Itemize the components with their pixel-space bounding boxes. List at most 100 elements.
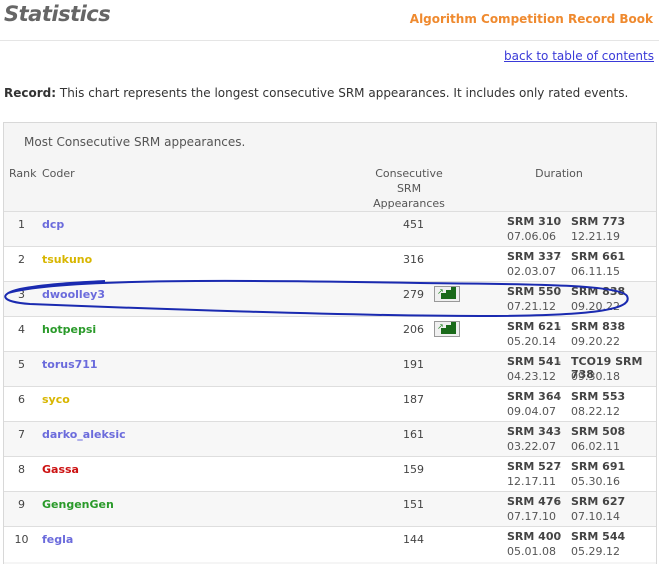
end-date: 06.02.11 (571, 440, 620, 453)
end-srm: SRM 544 (571, 530, 626, 543)
start-date: 03.22.07 (507, 440, 556, 453)
appearances-cell: 191 (403, 358, 424, 371)
rank-cell: 3 (18, 288, 25, 301)
header-rank: Rank (9, 167, 37, 180)
record-text: This chart represents the longest consec… (56, 86, 629, 100)
start-date: 09.04.07 (507, 405, 556, 418)
appearances-cell: 451 (403, 218, 424, 231)
record-description: Record: This chart represents the longes… (4, 86, 628, 100)
start-date: 12.17.11 (507, 475, 556, 488)
start-date: 05.20.14 (507, 335, 556, 348)
header-appearances: Consecutive SRM Appearances (354, 166, 464, 211)
end-srm: SRM 838 (571, 285, 626, 298)
start-date: 07.17.10 (507, 510, 556, 523)
divider (0, 40, 659, 41)
duration-dash: - (557, 495, 561, 508)
start-srm: SRM 550 (507, 285, 562, 298)
coder-link[interactable]: fegla (42, 533, 73, 546)
header-duration: Duration (535, 167, 583, 180)
duration-dash: - (557, 215, 561, 228)
coder-link[interactable]: torus711 (42, 358, 98, 371)
table-row: 8 Gassa 159 SRM 527 12.17.11- SRM 691 05.30.16 (4, 456, 656, 492)
start-srm: SRM 527 (507, 460, 562, 473)
coder-link[interactable]: dwoolley3 (42, 288, 105, 301)
end-srm: SRM 838 (571, 320, 626, 333)
start-srm: SRM 337 (507, 250, 562, 263)
end-date: 05.30.16 (571, 475, 620, 488)
end-srm: SRM 773 (571, 215, 626, 228)
start-date: 07.06.06 (507, 230, 556, 243)
table-row: 7 darko_aleksic 161 SRM 343 03.22.07- SRM 508… (4, 421, 656, 457)
duration-dash: - (557, 425, 561, 438)
end-date: 09.20.22 (571, 300, 620, 313)
table-row: 10 fegla 144 SRM 400 05.01.08- SRM 544 05.29.1… (4, 526, 656, 562)
start-srm: SRM 364 (507, 390, 562, 403)
coder-link[interactable]: tsukuno (42, 253, 92, 266)
table-row: 5 torus711 191 SRM 541 04.23.12- TCO19 SRM 73… (4, 351, 656, 387)
header-coder: Coder (42, 167, 75, 180)
record-label: Record: (4, 86, 57, 100)
duration-dash: - (557, 285, 561, 298)
duration-dash: - (557, 250, 561, 263)
end-srm: SRM 627 (571, 495, 626, 508)
header-appearances-line2: SRM (396, 182, 422, 195)
book-title: Algorithm Competition Record Book (409, 12, 653, 26)
end-srm: SRM 661 (571, 250, 626, 263)
start-date: 02.03.07 (507, 265, 556, 278)
start-date: 07.21.12 (507, 300, 556, 313)
end-date: 09.20.22 (571, 335, 620, 348)
start-date: 04.23.12 (507, 370, 556, 383)
back-to-contents-link[interactable]: back to table of contents (504, 49, 654, 63)
rank-cell: 9 (18, 498, 25, 511)
rank-cell: 5 (18, 358, 25, 371)
table-row: 6 syco 187 SRM 364 09.04.07- SRM 553 08.22.12 (4, 386, 656, 422)
duration-dash: - (557, 460, 561, 473)
appearances-cell: 144 (403, 533, 424, 546)
table-row: 1 dcp 451 SRM 310 07.06.06- SRM 773 12.21.19 (4, 211, 656, 247)
start-srm: SRM 476 (507, 495, 562, 508)
table-row: 3 dwoolley3 279 ↗ SRM 550 07.21.12- SRM 838 09.… (4, 281, 656, 317)
rank-cell: 2 (18, 253, 25, 266)
end-srm: SRM 691 (571, 460, 626, 473)
rank-cell: 4 (18, 323, 25, 336)
appearances-cell: 279 (403, 288, 424, 301)
end-date: 05.29.12 (571, 545, 620, 558)
start-srm: SRM 541 (507, 355, 562, 368)
records-table: Most Consecutive SRM appearances. Rank C… (3, 122, 657, 564)
page-title: Statistics (4, 2, 111, 26)
table-row: 4 hotpepsi 206 ↗ SRM 621 05.20.14- SRM 838 09.2… (4, 316, 656, 352)
start-srm: SRM 400 (507, 530, 562, 543)
table-row: 9 GengenGen 151 SRM 476 07.17.10- SRM 627 07.1… (4, 491, 656, 527)
duration-dash: - (557, 530, 561, 543)
end-date: 06.11.15 (571, 265, 620, 278)
duration-dash: - (557, 355, 561, 368)
appearances-cell: 159 (403, 463, 424, 476)
end-date: 12.21.19 (571, 230, 620, 243)
table-caption: Most Consecutive SRM appearances. (24, 135, 246, 149)
rating-graph-icon[interactable]: ↗ (434, 286, 460, 302)
duration-dash: - (557, 390, 561, 403)
appearances-cell: 161 (403, 428, 424, 441)
coder-link[interactable]: hotpepsi (42, 323, 96, 336)
rank-cell: 8 (18, 463, 25, 476)
appearances-cell: 187 (403, 393, 424, 406)
end-srm: SRM 508 (571, 425, 626, 438)
end-date: 07.10.14 (571, 510, 620, 523)
start-srm: SRM 343 (507, 425, 562, 438)
end-srm: SRM 553 (571, 390, 626, 403)
start-date: 05.01.08 (507, 545, 556, 558)
header-appearances-line3: Appearances (373, 197, 445, 210)
rank-cell: 1 (18, 218, 25, 231)
coder-link[interactable]: Gassa (42, 463, 79, 476)
coder-link[interactable]: GengenGen (42, 498, 114, 511)
rank-cell: 10 (14, 533, 29, 546)
start-srm: SRM 621 (507, 320, 562, 333)
coder-link[interactable]: darko_aleksic (42, 428, 126, 441)
appearances-cell: 316 (403, 253, 424, 266)
start-srm: SRM 310 (507, 215, 562, 228)
coder-link[interactable]: syco (42, 393, 70, 406)
end-date: 09.30.18 (571, 370, 620, 383)
rating-graph-icon[interactable]: ↗ (434, 321, 460, 337)
duration-dash: - (557, 320, 561, 333)
coder-link[interactable]: dcp (42, 218, 64, 231)
